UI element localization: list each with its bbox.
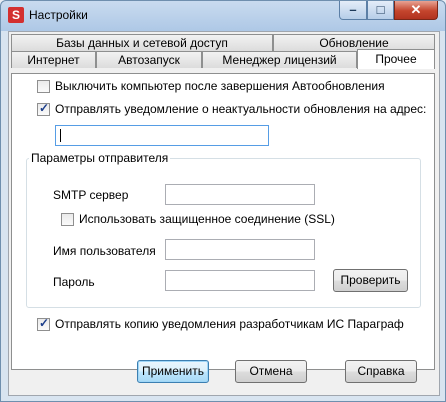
cancel-button[interactable]: Отмена bbox=[235, 360, 307, 383]
smtp-server-input[interactable] bbox=[165, 184, 315, 205]
tab-autostart[interactable]: Автозапуск bbox=[96, 51, 202, 68]
sender-parameters-title: Параметры отправителя bbox=[29, 151, 171, 165]
dialog-client-area: Базы данных и сетевой доступ Обновление … bbox=[8, 31, 440, 396]
text-caret bbox=[60, 129, 61, 142]
smtp-server-label: SMTP сервер bbox=[53, 188, 129, 202]
send-copy-to-devs-checkbox[interactable]: ✓ bbox=[37, 316, 50, 331]
maximize-icon: □ bbox=[376, 2, 385, 17]
password-label: Пароль bbox=[53, 275, 95, 289]
tab-license-manager[interactable]: Менеджер лицензий bbox=[202, 51, 357, 68]
sender-parameters-group: Параметры отправителя SMTP сервер Исполь… bbox=[26, 151, 421, 308]
notification-email-input[interactable] bbox=[55, 125, 269, 146]
ssl-label: Использовать защищенное соединение (SSL) bbox=[79, 212, 335, 226]
minimize-icon: – bbox=[349, 2, 357, 17]
send-copy-to-devs-label: Отправлять копию уведомления разработчик… bbox=[55, 317, 404, 331]
tab-internet[interactable]: Интернет bbox=[11, 51, 96, 68]
username-input[interactable] bbox=[165, 239, 315, 260]
help-button[interactable]: Справка bbox=[345, 360, 417, 383]
window-title: Настройки bbox=[29, 8, 88, 22]
username-label: Имя пользователя bbox=[53, 244, 156, 258]
close-button[interactable]: ✕ bbox=[394, 1, 438, 20]
ssl-checkbox[interactable] bbox=[61, 213, 74, 226]
send-notification-checkbox[interactable]: ✓ bbox=[37, 101, 50, 116]
minimize-button[interactable]: – bbox=[339, 1, 367, 20]
maximize-button[interactable]: □ bbox=[367, 1, 394, 20]
app-logo-icon: S bbox=[8, 7, 24, 23]
send-notification-label: Отправлять уведомление о неактуальности … bbox=[55, 102, 427, 116]
tab-databases-network[interactable]: Базы данных и сетевой доступ bbox=[11, 34, 273, 51]
shutdown-after-update-checkbox[interactable] bbox=[37, 80, 50, 93]
check-button[interactable]: Проверить bbox=[333, 269, 408, 292]
settings-window: S Настройки – □ ✕ Базы данных и сетевой … bbox=[0, 0, 446, 402]
close-icon: ✕ bbox=[410, 2, 422, 17]
password-input[interactable] bbox=[165, 270, 315, 291]
tab-panel-other: Выключить компьютер после завершения Авт… bbox=[11, 73, 435, 370]
shutdown-after-update-label: Выключить компьютер после завершения Авт… bbox=[55, 79, 385, 93]
title-bar: S Настройки – □ ✕ bbox=[1, 1, 445, 30]
checkmark-icon: ✓ bbox=[38, 101, 50, 115]
checkmark-icon: ✓ bbox=[38, 316, 50, 330]
apply-button[interactable]: Применить bbox=[137, 360, 209, 383]
tab-other[interactable]: Прочее bbox=[357, 49, 435, 69]
